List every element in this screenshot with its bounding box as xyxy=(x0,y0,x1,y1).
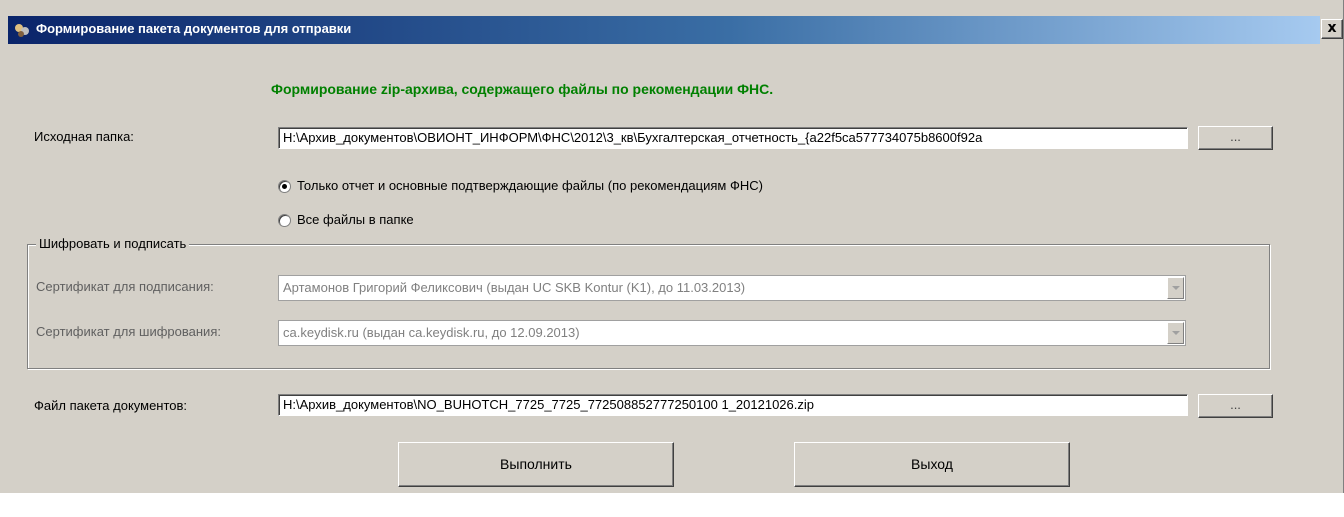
encrypt-sign-group-title: Шифровать и подписать xyxy=(36,236,190,251)
radio-all-files-label[interactable]: Все файлы в папке xyxy=(297,212,414,227)
exit-button[interactable]: Выход xyxy=(794,442,1070,487)
radio-all-files-indicator[interactable] xyxy=(278,214,291,227)
encrypt-sign-group xyxy=(27,244,1270,369)
page-heading: Формирование zip-архива, содержащего фай… xyxy=(271,81,774,97)
encrypt-certificate-value: ca.keydisk.ru (выдан ca.keydisk.ru, до 1… xyxy=(283,325,580,340)
encrypt-certificate-select[interactable]: ca.keydisk.ru (выдан ca.keydisk.ru, до 1… xyxy=(278,320,1186,346)
window-title: Формирование пакета документов для отпра… xyxy=(36,21,352,36)
package-file-label: Файл пакета документов: xyxy=(34,398,188,413)
source-folder-label: Исходная папка: xyxy=(34,129,134,144)
radio-only-report-label[interactable]: Только отчет и основные подтверждающие ф… xyxy=(297,178,763,193)
close-button[interactable]: x xyxy=(1321,19,1343,39)
package-file-field[interactable]: H:\Архив_документов\NO_BUHOTCH_7725_7725… xyxy=(278,394,1188,416)
sign-certificate-value: Артамонов Григорий Феликсович (выдан UC … xyxy=(283,280,746,295)
run-button[interactable]: Выполнить xyxy=(398,442,674,487)
chevron-down-icon[interactable] xyxy=(1167,322,1184,344)
dialog-window: Формирование пакета документов для отпра… xyxy=(0,0,1344,493)
radio-only-report-indicator[interactable] xyxy=(278,180,291,193)
app-icon xyxy=(15,24,29,37)
title-bar[interactable]: Формирование пакета документов для отпра… xyxy=(8,16,1320,44)
package-browse-button[interactable]: ... xyxy=(1198,394,1273,418)
sign-certificate-label: Сертификат для подписания: xyxy=(36,279,214,294)
encrypt-certificate-label: Сертификат для шифрования: xyxy=(36,324,221,339)
source-folder-field[interactable]: H:\Архив_документов\ОВИОНТ_ИНФОРМ\ФНС\20… xyxy=(278,127,1188,149)
chevron-down-icon[interactable] xyxy=(1167,277,1184,299)
source-browse-button[interactable]: ... xyxy=(1198,126,1273,150)
sign-certificate-select[interactable]: Артамонов Григорий Феликсович (выдан UC … xyxy=(278,275,1186,301)
